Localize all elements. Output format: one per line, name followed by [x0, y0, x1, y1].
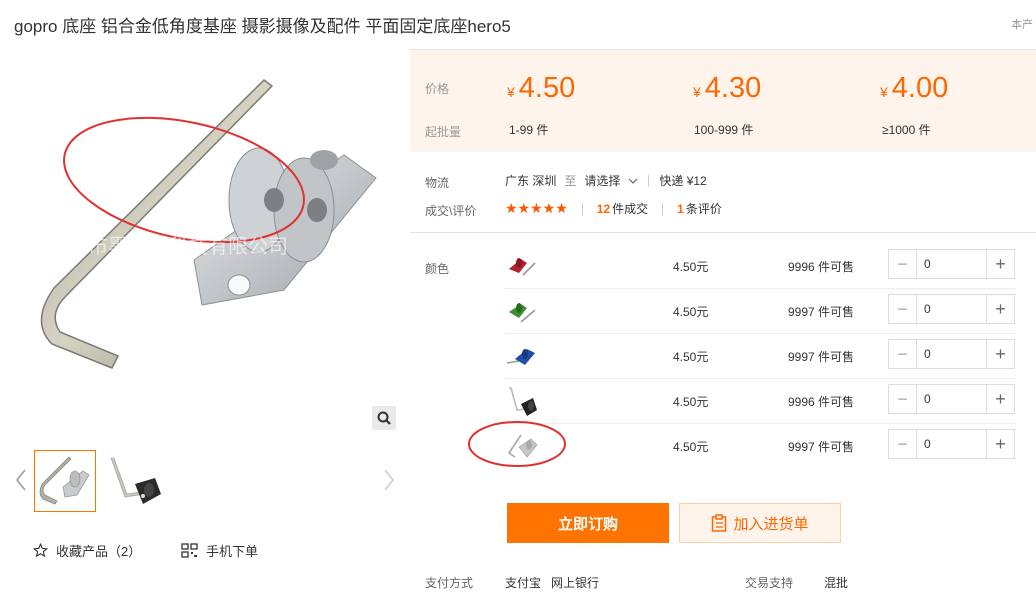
sku-row-red: 4.50元 9996 件可售 − +	[505, 244, 1015, 289]
qr-code-icon	[181, 543, 198, 558]
color-label: 颜色	[425, 262, 450, 276]
reviews-link[interactable]: 1 条评价	[677, 200, 722, 217]
product-title: gopro 底座 铝合金低角度基座 摄影摄像及配件 平面固定底座hero5	[14, 17, 511, 36]
decrease-button[interactable]: −	[889, 340, 917, 368]
sku-thumb-black-mount[interactable]	[505, 384, 539, 418]
destination-select[interactable]: 请选择	[584, 172, 620, 189]
sku-price: 4.50元	[673, 350, 709, 364]
quantity-stepper[interactable]: − +	[888, 294, 1015, 324]
payment-methods: 支付宝 网上银行	[505, 576, 600, 590]
decrease-button[interactable]: −	[889, 295, 917, 323]
quantity-input[interactable]	[917, 430, 986, 458]
trade-support-value: 混批	[824, 576, 849, 590]
thumb-next-arrow[interactable]	[382, 468, 396, 492]
increase-button[interactable]: +	[986, 250, 1014, 278]
sku-stock: 9997 件可售	[788, 305, 855, 319]
decrease-button[interactable]: −	[889, 385, 917, 413]
price-panel: 价格 起批量 ¥4.50 ¥4.30 ¥4.00 1-99 件 100-999 …	[410, 50, 1036, 152]
deal-row: ★★★★★ 12 件成交 1 条评价	[505, 200, 722, 217]
sku-row-green: 4.50元 9997 件可售 − +	[505, 289, 1015, 334]
price-tier-3: ¥4.00	[880, 72, 949, 104]
increase-button[interactable]: +	[986, 295, 1014, 323]
sku-price: 4.50元	[673, 395, 709, 409]
decrease-button[interactable]: −	[889, 430, 917, 458]
range-tier-2: 100-999 件	[694, 123, 754, 137]
sku-price: 4.50元	[673, 260, 709, 274]
chevron-left-icon	[16, 469, 26, 491]
sku-thumb-green-mount[interactable]	[505, 294, 539, 328]
order-now-button[interactable]: 立即订购	[507, 503, 669, 543]
to-text: 至	[564, 174, 577, 188]
favorite-label: 收藏产品（2）	[56, 544, 142, 559]
clipboard-icon	[712, 514, 727, 532]
moq-label: 起批量	[425, 125, 462, 139]
watermark-text: 深圳市黑骑士科技有限公司	[48, 234, 288, 258]
sku-thumb-red-mount[interactable]	[505, 249, 539, 283]
sku-stock: 9997 件可售	[788, 440, 855, 454]
price-tier-2: ¥4.30	[693, 72, 762, 104]
star-outline-icon	[33, 543, 48, 558]
rating-stars: ★★★★★	[505, 200, 568, 216]
sku-price: 4.50元	[673, 440, 709, 454]
deal-review-label: 成交\评价	[425, 204, 477, 218]
payment-label: 支付方式	[425, 576, 474, 590]
decrease-button[interactable]: −	[889, 250, 917, 278]
range-tier-1: 1-99 件	[509, 123, 549, 137]
thumb-prev-arrow[interactable]	[14, 468, 28, 492]
magnifier-icon	[377, 411, 391, 425]
mobile-order-label: 手机下单	[206, 544, 259, 559]
shipping-fee: 快递 ¥12	[659, 174, 707, 188]
origin-text: 广东 深圳	[505, 174, 557, 188]
quantity-input[interactable]	[917, 295, 986, 323]
divider	[648, 174, 650, 187]
quantity-input[interactable]	[917, 385, 986, 413]
range-tier-3: ≥1000 件	[882, 123, 931, 137]
sku-stock: 9996 件可售	[788, 260, 855, 274]
sku-stock: 9997 件可售	[788, 350, 855, 364]
section-divider	[410, 232, 1036, 233]
logistics-row: 广东 深圳 至 请选择 快递 ¥12	[505, 172, 707, 189]
trade-support-label: 交易支持	[745, 576, 794, 590]
sku-price: 4.50元	[673, 305, 709, 319]
chevron-down-icon[interactable]	[628, 177, 638, 185]
sku-row-blue: 4.50元 9997 件可售 − +	[505, 334, 1015, 379]
annotation-circle	[468, 421, 566, 467]
quantity-input[interactable]	[917, 250, 986, 278]
zoom-button[interactable]	[372, 406, 396, 430]
quantity-stepper[interactable]: − +	[888, 384, 1015, 414]
divider	[581, 202, 583, 215]
divider	[662, 202, 664, 215]
logistics-label: 物流	[425, 176, 450, 190]
price-label: 价格	[425, 82, 450, 96]
add-to-cart-button[interactable]: 加入进货单	[679, 503, 841, 543]
increase-button[interactable]: +	[986, 430, 1014, 458]
increase-button[interactable]: +	[986, 385, 1014, 413]
quantity-stepper[interactable]: − +	[888, 249, 1015, 279]
chevron-right-icon	[384, 469, 394, 491]
sku-stock: 9996 件可售	[788, 395, 855, 409]
favorite-product-button[interactable]: 收藏产品（2）	[33, 541, 141, 560]
increase-button[interactable]: +	[986, 340, 1014, 368]
sku-row-black: 4.50元 9996 件可售 − +	[505, 379, 1015, 424]
quantity-stepper[interactable]: − +	[888, 429, 1015, 459]
sku-row-silver: 4.50元 9997 件可售 − +	[505, 424, 1015, 469]
top-right-link[interactable]: 本产	[1011, 16, 1033, 32]
thumbnail-1[interactable]	[34, 450, 96, 512]
mobile-order-button[interactable]: 手机下单	[181, 541, 258, 560]
quantity-stepper[interactable]: − +	[888, 339, 1015, 369]
deals-link[interactable]: 12 件成交	[597, 200, 648, 217]
sku-thumb-blue-mount[interactable]	[505, 339, 539, 373]
quantity-input[interactable]	[917, 340, 986, 368]
price-tier-1: ¥4.50	[507, 72, 576, 104]
main-product-image[interactable]: 深圳市黑骑士科技有限公司	[14, 60, 396, 440]
thumbnail-2[interactable]	[105, 450, 167, 512]
add-to-cart-label: 加入进货单	[733, 515, 809, 533]
